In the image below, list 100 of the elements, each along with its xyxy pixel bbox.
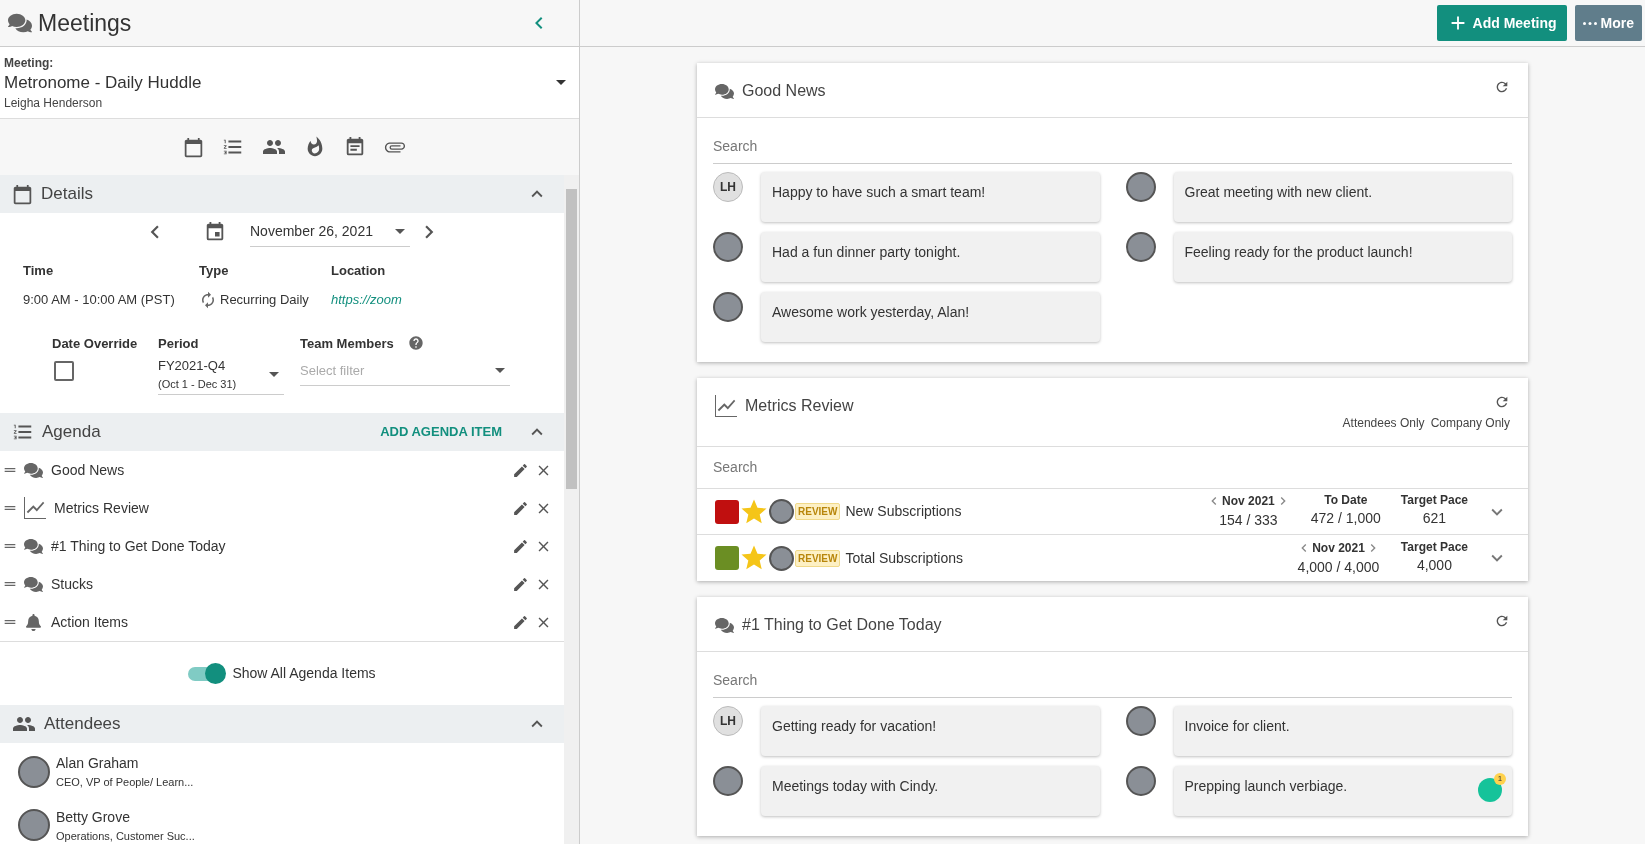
chat-icon bbox=[8, 11, 32, 35]
avatar-placeholder bbox=[713, 292, 743, 322]
section-title: Agenda bbox=[42, 421, 102, 444]
add-meeting-button[interactable]: Add Meeting bbox=[1436, 5, 1567, 41]
message-bubble: Had a fun dinner party tonight. bbox=[761, 232, 1100, 282]
search-field[interactable]: Search bbox=[697, 447, 1528, 489]
refresh-icon[interactable] bbox=[1494, 394, 1510, 410]
stat-value: 472 / 1,000 bbox=[1310, 509, 1381, 528]
toggle-switch[interactable] bbox=[188, 666, 225, 681]
section-title: Details bbox=[41, 183, 94, 206]
avatar-placeholder bbox=[713, 232, 743, 262]
chat-icon bbox=[24, 460, 43, 480]
avatar-placeholder bbox=[713, 766, 743, 796]
agenda-item[interactable]: Good News bbox=[0, 451, 564, 489]
stat-label: Target Pace bbox=[1400, 538, 1468, 555]
chat-icon bbox=[24, 574, 43, 594]
edit-icon[interactable] bbox=[512, 575, 529, 593]
section-title: Attendees bbox=[44, 713, 122, 736]
meeting-owner: Leigha Henderson bbox=[4, 94, 104, 112]
avatar-placeholder bbox=[1125, 172, 1156, 202]
message-bubble: Happy to have such a smart team! bbox=[761, 172, 1100, 222]
review-tag: REVIEW bbox=[795, 549, 841, 567]
help-icon[interactable] bbox=[407, 335, 424, 352]
agenda-item[interactable]: Stucks bbox=[0, 565, 564, 603]
agenda-item[interactable]: Metrics Review bbox=[0, 489, 564, 527]
avatar-placeholder bbox=[1125, 706, 1156, 736]
calendar-icon[interactable] bbox=[204, 220, 226, 243]
attendee-role: Operations, Customer Suc... bbox=[56, 828, 195, 844]
stat-value: 4,000 bbox=[1416, 555, 1452, 575]
field-label: Period bbox=[158, 334, 200, 353]
message-bubble: Feeling ready for the product launch! bbox=[1173, 232, 1512, 282]
agenda-item[interactable]: #1 Thing to Get Done Today bbox=[0, 527, 564, 565]
message-bubble: Invoice for client. bbox=[1173, 706, 1512, 756]
message-bubble: Awesome work yesterday, Alan! bbox=[761, 292, 1100, 342]
metric-row[interactable]: REVIEW New Subscriptions Nov 2021 154 / 333 To Date 472 / 1,000 Target Pace 621 bbox=[697, 489, 1528, 535]
stat-label: To Date bbox=[1324, 492, 1368, 508]
avatar-placeholder bbox=[1125, 232, 1156, 262]
avatar-placeholder bbox=[18, 755, 50, 788]
edit-icon[interactable] bbox=[512, 461, 529, 479]
field-label: Type bbox=[199, 261, 230, 280]
type-value: Recurring Daily bbox=[220, 291, 309, 309]
meeting-name: Metronome - Daily Huddle bbox=[4, 71, 203, 94]
dropdown-icon bbox=[269, 371, 279, 377]
search-field[interactable]: Search bbox=[713, 664, 1512, 698]
stat-value: 4,000 / 4,000 bbox=[1297, 557, 1380, 577]
recurring-icon bbox=[199, 290, 217, 309]
card-title: Metrics Review bbox=[745, 396, 854, 416]
avatar-placeholder bbox=[769, 499, 794, 524]
toggle-label: Show All Agenda Items bbox=[232, 664, 376, 683]
more-button[interactable]: More bbox=[1574, 5, 1642, 41]
avatar-placeholder bbox=[1125, 766, 1156, 796]
field-label: Time bbox=[23, 261, 55, 280]
initials-avatar: LH bbox=[713, 172, 743, 202]
metric-name: New Subscriptions bbox=[845, 502, 963, 521]
field-label: Location bbox=[331, 261, 387, 280]
stat-label: Nov 2021 bbox=[1222, 493, 1275, 510]
avatar-placeholder bbox=[18, 809, 50, 842]
attendee-name: Alan Graham bbox=[56, 754, 140, 773]
notes-icon[interactable] bbox=[344, 136, 366, 158]
bell-icon bbox=[25, 613, 42, 631]
message-bubble: Prepping launch verbiage. 1 bbox=[1173, 766, 1512, 816]
search-field[interactable]: Search bbox=[713, 130, 1512, 164]
stat-label: Nov 2021 bbox=[1312, 539, 1365, 557]
field-label: Meeting: bbox=[4, 54, 55, 72]
metric-row[interactable]: REVIEW Total Subscriptions Nov 2021 4,000 / 4,000 Target Pace 4,000 bbox=[697, 535, 1528, 581]
edit-icon[interactable] bbox=[512, 499, 529, 517]
attendee-name: Betty Grove bbox=[56, 807, 131, 827]
message-bubble: Great meeting with new client. bbox=[1173, 172, 1512, 222]
stat-label: Target Pace bbox=[1400, 492, 1468, 508]
dropdown-icon bbox=[556, 80, 566, 85]
agenda-item[interactable]: Action Items bbox=[0, 603, 564, 641]
location-link[interactable]: https://zoom bbox=[331, 290, 564, 310]
field-label: Date Override bbox=[52, 334, 139, 353]
page-title: Meetings bbox=[38, 8, 133, 38]
initials-avatar: LH bbox=[713, 706, 743, 736]
dropdown-icon bbox=[395, 228, 405, 234]
stat-value: 621 bbox=[1422, 509, 1447, 528]
metric-name: Total Subscriptions bbox=[845, 548, 964, 568]
field-label: Team Members bbox=[300, 334, 394, 353]
more-icon bbox=[1582, 21, 1597, 25]
filter-link[interactable]: Attendees Only bbox=[1342, 414, 1425, 432]
message-bubble: Getting ready for vacation! bbox=[761, 706, 1100, 756]
time-value: 9:00 AM - 10:00 AM (PST) bbox=[23, 291, 176, 309]
refresh-icon[interactable] bbox=[1494, 79, 1510, 95]
edit-icon[interactable] bbox=[512, 613, 529, 631]
chat-icon bbox=[715, 615, 734, 635]
chart-icon bbox=[715, 395, 737, 417]
date-field[interactable]: November 26, 2021 bbox=[250, 216, 410, 247]
dropdown-icon bbox=[495, 368, 505, 374]
edit-icon[interactable] bbox=[512, 537, 529, 555]
calendar-icon bbox=[12, 183, 33, 205]
filter-link[interactable]: Company Only bbox=[1430, 414, 1510, 432]
avatar-placeholder bbox=[769, 545, 794, 571]
checkbox[interactable] bbox=[54, 361, 74, 381]
calendar-icon[interactable] bbox=[183, 136, 204, 158]
chart-icon bbox=[24, 497, 46, 519]
chat-icon bbox=[715, 81, 734, 101]
period-select[interactable]: FY2021-Q4 (Oct 1 - Dec 31) bbox=[158, 356, 284, 395]
refresh-icon[interactable] bbox=[1494, 613, 1510, 629]
card-title: Good News bbox=[742, 81, 826, 101]
